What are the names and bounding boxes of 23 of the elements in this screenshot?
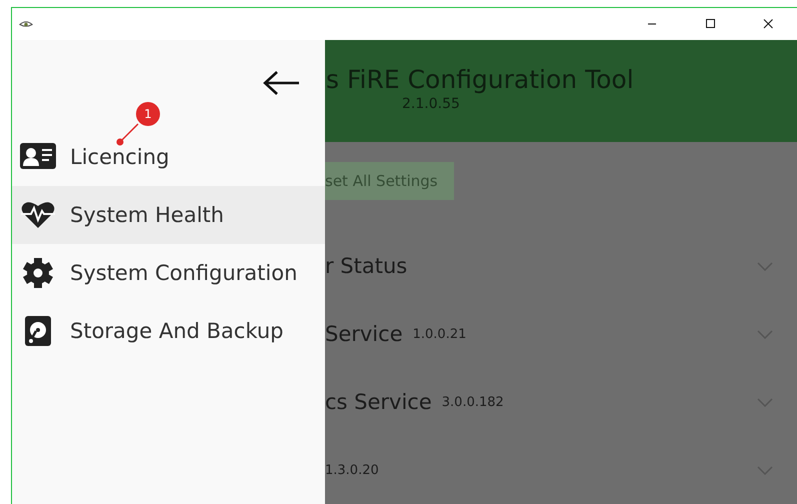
close-icon [762,19,774,29]
maximize-icon [704,19,716,29]
section-title: Service [325,322,403,346]
drawer-menu-item[interactable]: System Health [12,186,325,244]
drawer-menu-item[interactable]: Storage And Backup [12,302,325,360]
section-title: cs Service [325,390,432,414]
card-icon [20,142,56,172]
app-title: s FiRE Configuration Tool [325,64,635,94]
section-version: 1.3.0.20 [325,462,379,478]
back-arrow-icon [263,70,301,94]
chevron-down-icon[interactable] [757,330,773,338]
gear-icon [20,258,56,288]
chevron-down-icon[interactable] [757,262,773,270]
section-version: 1.0.0.21 [412,326,466,342]
app-version: 2.1.0.55 [401,96,461,112]
step-badge: 1 [136,102,160,126]
chevron-down-icon[interactable] [757,466,773,474]
drawer-menu-item[interactable]: System Configuration [12,244,325,302]
chevron-down-icon[interactable] [757,398,773,406]
heart-icon [20,200,56,230]
section-title: r Status [325,254,408,278]
eye-logo-icon [19,20,33,28]
section-version: 3.0.0.182 [442,394,504,410]
